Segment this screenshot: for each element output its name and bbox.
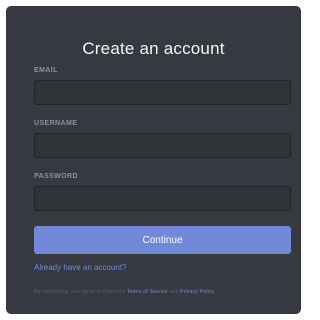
terms-prefix: By registering, you agree to Discord's (34, 289, 127, 295)
terms-of-service-link[interactable]: Terms of Service (127, 289, 168, 295)
username-field[interactable] (34, 133, 291, 158)
continue-button[interactable]: Continue (34, 226, 291, 254)
email-field[interactable] (34, 80, 291, 105)
register-card: Create an account EMAIL USERNAME PASSWOR… (6, 6, 301, 314)
terms-suffix: . (213, 289, 216, 295)
form-title: Create an account (82, 39, 225, 58)
privacy-policy-link[interactable]: Privacy Policy (180, 289, 214, 295)
password-field[interactable] (34, 186, 291, 211)
email-label: EMAIL (34, 67, 58, 74)
username-label: USERNAME (34, 120, 78, 127)
terms-and: and (167, 289, 180, 295)
login-link[interactable]: Already have an account? (34, 263, 127, 272)
terms-notice: By registering, you agree to Discord's T… (34, 289, 291, 295)
password-label: PASSWORD (34, 173, 78, 180)
